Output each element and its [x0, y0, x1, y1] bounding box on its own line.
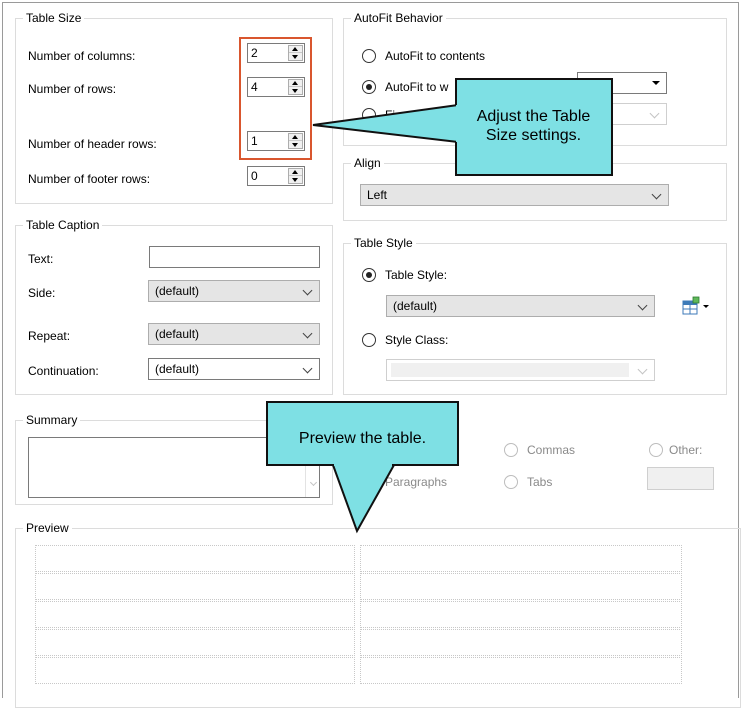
caption-side-label: Side: [28, 286, 56, 300]
chevron-down-icon [651, 189, 662, 200]
preview-cell [35, 573, 355, 600]
caption-side-value: (default) [155, 284, 200, 298]
align-dropdown[interactable]: Left [360, 184, 669, 206]
caption-repeat-label: Repeat: [28, 329, 71, 343]
spin-up-icon[interactable] [289, 169, 302, 176]
preview-callout-text: Preview the table. [298, 430, 427, 447]
caption-title: Table Caption [23, 218, 103, 232]
table-size-callout-edge [455, 78, 457, 105]
autofit-title: AutoFit Behavior [351, 11, 446, 25]
caption-side-dropdown[interactable]: (default) [148, 280, 320, 302]
preview-cell [360, 601, 682, 628]
dropdown-arrow-icon [652, 81, 660, 85]
style-class-label: Style Class: [385, 333, 449, 347]
table-size-callout-pointer [312, 103, 459, 144]
preview-cell [360, 573, 682, 600]
autofit-contents-label: AutoFit to contents [385, 49, 486, 63]
preview-cell [360, 657, 682, 684]
table-style-radio[interactable] [362, 268, 376, 282]
chevron-down-icon [637, 364, 648, 375]
table-style-dropdown[interactable]: (default) [386, 295, 655, 317]
caption-repeat-dropdown[interactable]: (default) [148, 323, 320, 345]
footer-rows-label: Number of footer rows: [28, 172, 151, 186]
preview-cell [35, 601, 355, 628]
table-style-picker-icon[interactable] [680, 295, 712, 317]
align-value: Left [367, 188, 388, 202]
commas-label: Commas [527, 443, 576, 457]
caption-text-input[interactable] [149, 246, 320, 268]
style-class-field [391, 363, 629, 377]
radio-selected-dot [366, 84, 372, 90]
tabs-label: Tabs [527, 475, 553, 489]
table-size-callout: Adjust the Table Size settings. [456, 78, 613, 176]
preview-cell [35, 629, 355, 656]
table-size-callout-edge [455, 142, 457, 176]
chevron-down-icon [649, 108, 660, 119]
footer-rows-stepper[interactable]: 0 [247, 166, 305, 186]
preview-cell [35, 657, 355, 684]
other-radio[interactable] [649, 443, 663, 457]
rows-label: Number of rows: [28, 82, 117, 96]
preview-title: Preview [23, 521, 72, 535]
caption-text-label: Text: [28, 252, 54, 266]
preview-cell [360, 545, 682, 572]
summary-title: Summary [23, 413, 81, 427]
radio-selected-dot [366, 272, 372, 278]
footer-rows-value: 0 [251, 169, 258, 183]
columns-label: Number of columns: [28, 49, 136, 63]
caption-continuation-dropdown[interactable]: (default) [148, 358, 320, 380]
spin-down-icon[interactable] [289, 176, 302, 183]
style-class-radio[interactable] [362, 333, 376, 347]
autofit-window-radio[interactable] [362, 80, 376, 94]
preview-table [35, 545, 683, 685]
caption-continuation-value: (default) [155, 362, 200, 376]
table-size-callout-text: Adjust the Table Size settings. [476, 108, 591, 144]
autofit-window-label: AutoFit to w [385, 80, 449, 94]
table-size-title: Table Size [23, 11, 85, 25]
tabs-radio[interactable] [504, 475, 518, 489]
chevron-down-icon [302, 328, 313, 339]
chevron-down-icon [637, 300, 648, 311]
chevron-down-icon [302, 285, 313, 296]
chevron-down-icon [302, 363, 313, 374]
table-size-highlight [239, 37, 312, 160]
other-separator-input[interactable] [647, 467, 714, 490]
footer-spin-arrows[interactable] [288, 168, 303, 184]
table-style-label: Table Style: [385, 268, 448, 282]
autofit-contents-radio[interactable] [362, 49, 376, 63]
preview-callout-edge [266, 464, 334, 466]
preview-callout: Preview the table. [266, 401, 459, 466]
style-class-dropdown[interactable] [386, 359, 655, 381]
preview-cell [35, 545, 355, 572]
table-style-title: Table Style [351, 236, 416, 250]
table-style-value: (default) [393, 299, 438, 313]
caption-repeat-value: (default) [155, 327, 200, 341]
other-label: Other: [669, 443, 703, 457]
align-title: Align [351, 156, 384, 170]
preview-callout-pointer [331, 464, 396, 534]
caption-continuation-label: Continuation: [28, 364, 99, 378]
commas-radio[interactable] [504, 443, 518, 457]
preview-callout-edge [392, 464, 459, 466]
preview-cell [360, 629, 682, 656]
header-rows-label: Number of header rows: [28, 137, 157, 151]
scroll-down-icon[interactable] [309, 478, 318, 487]
